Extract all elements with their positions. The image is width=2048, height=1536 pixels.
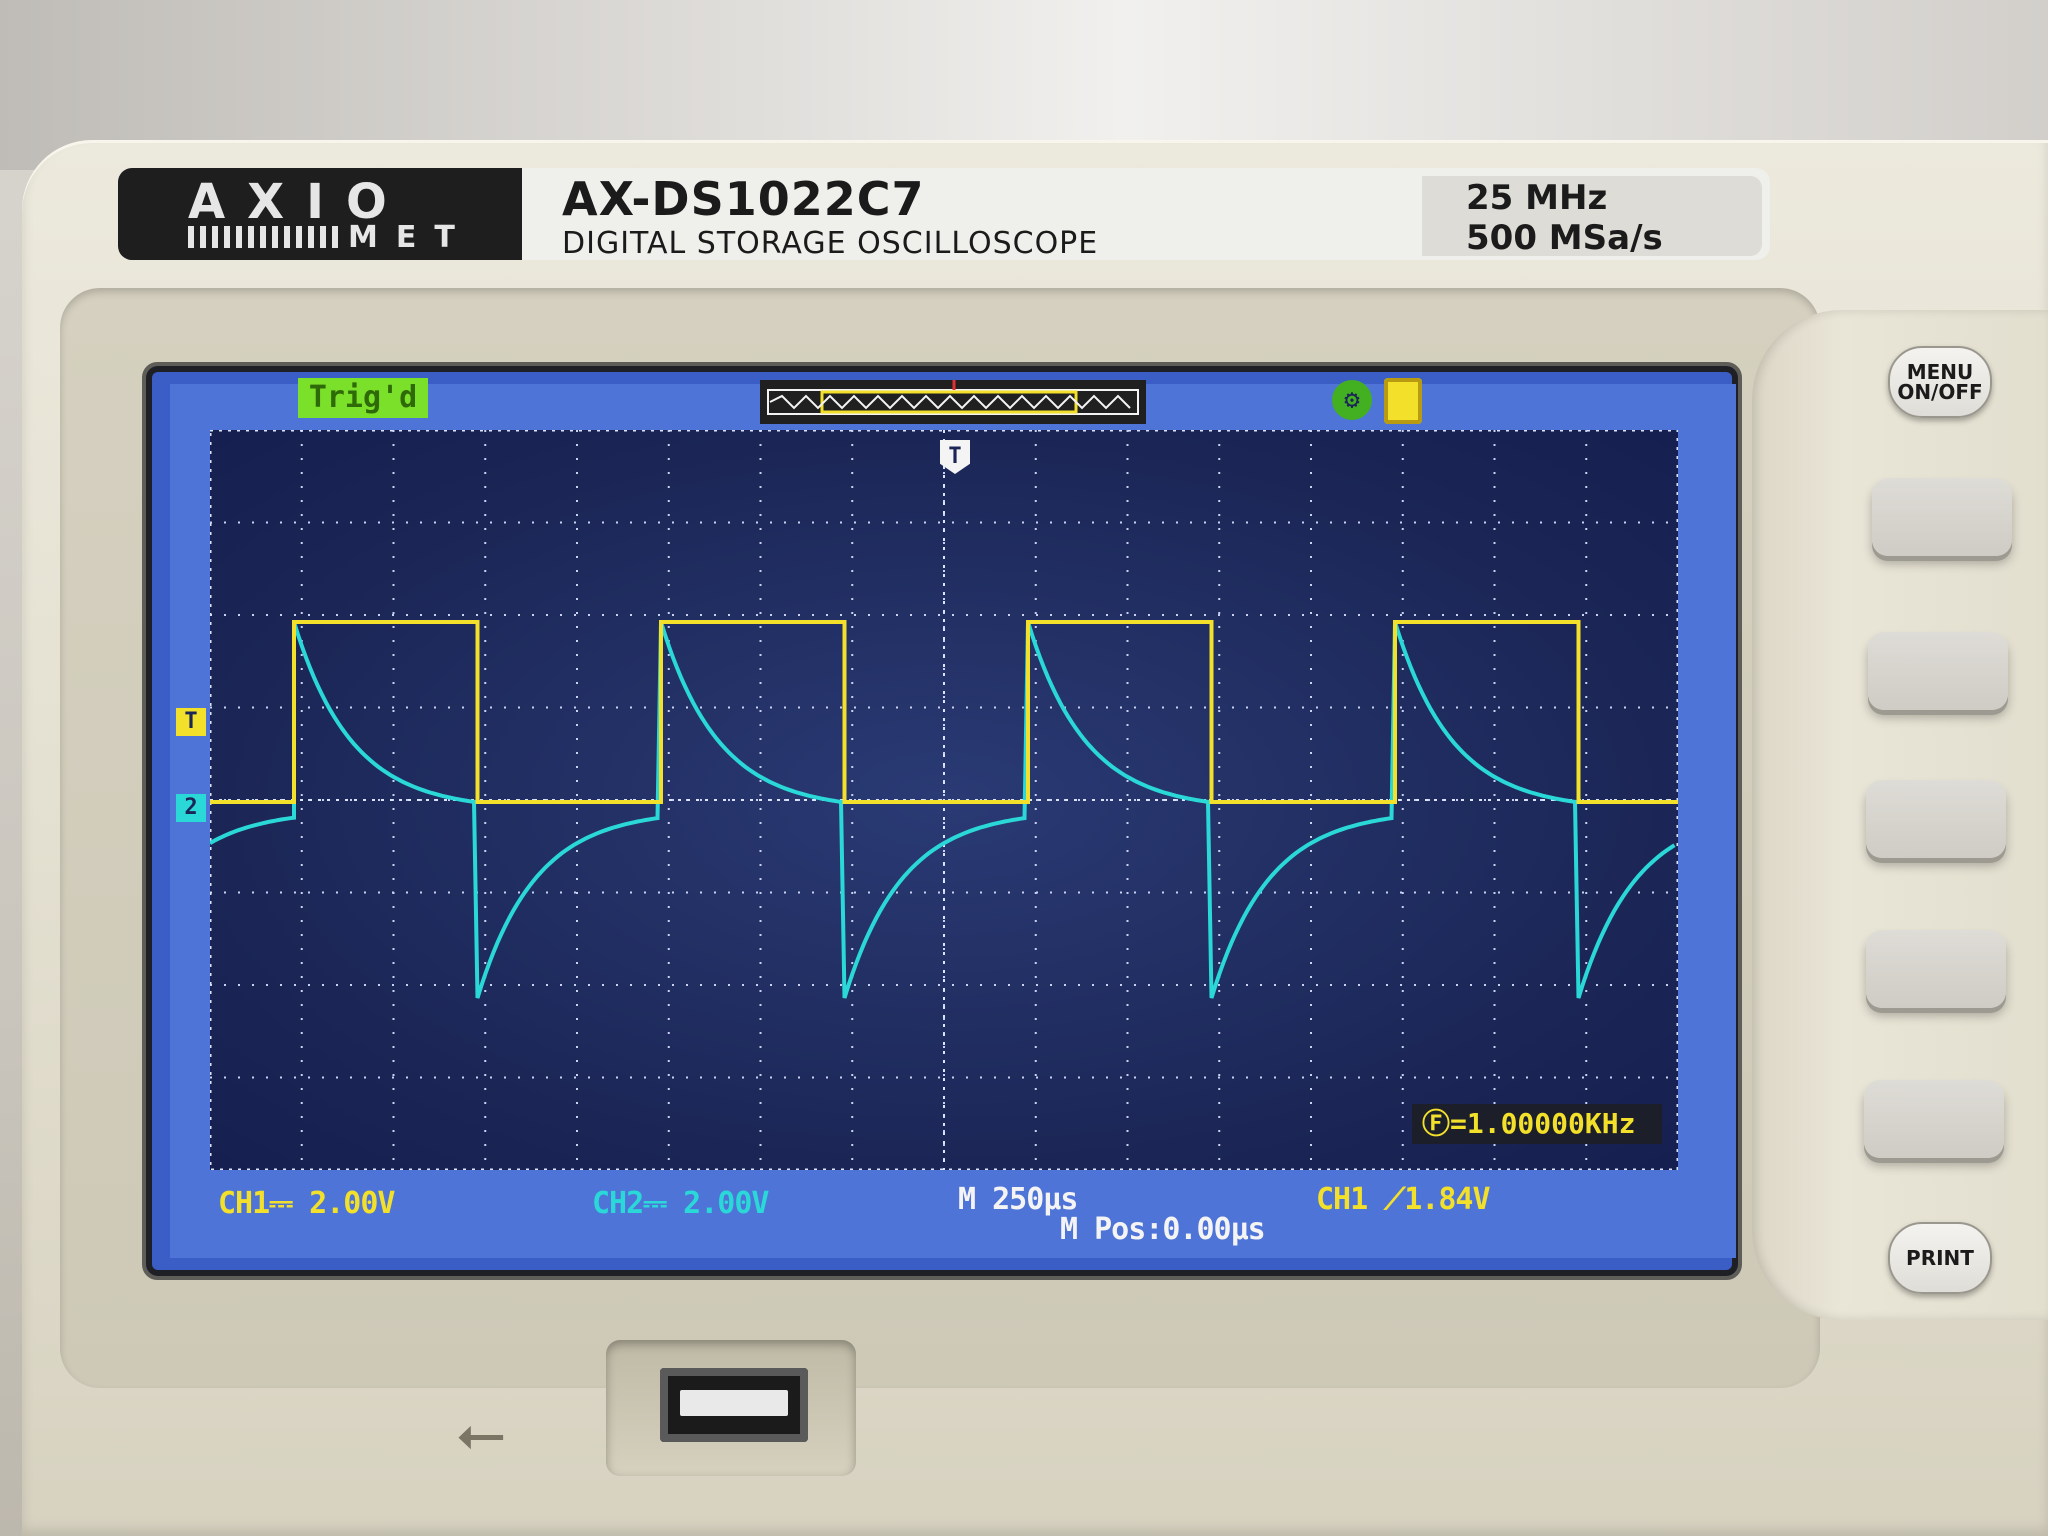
usb-icon: ⭠ [456, 1396, 506, 1469]
menu-on-off-button[interactable]: MENU ON/OFF [1888, 346, 1992, 418]
print-button[interactable]: PRINT [1888, 1222, 1992, 1294]
memory-position-bar [760, 380, 1146, 424]
ch2-waveform-trace [210, 621, 1676, 999]
ch1-trigger-level-marker: T [176, 708, 206, 736]
softkey-4-button[interactable] [1866, 930, 2006, 1008]
ch2-scale-readout: CH2⎓ 2.00V [592, 1186, 769, 1221]
frequency-readout: Ⓕ=1.00000KHz [1412, 1104, 1662, 1144]
softkey-2-button[interactable] [1868, 632, 2008, 710]
model-name: AX-DS1022C7 [562, 172, 925, 226]
ch2-ground-marker: 2 [176, 794, 206, 822]
memory-waveform-icon [767, 380, 1139, 415]
printer-icon [1384, 378, 1422, 424]
logo-bars-graphic [188, 226, 338, 248]
trigger-readout: CH1 ⟋1.84V [1316, 1182, 1491, 1217]
brand-name-bottom: MET [348, 220, 473, 255]
softkey-1-button[interactable] [1872, 478, 2012, 556]
bandwidth-label: 25 MHz [1466, 178, 1608, 218]
model-description: DIGITAL STORAGE OSCILLOSCOPE [562, 226, 1099, 261]
trigger-status-badge: Trig'd [298, 378, 428, 418]
softkey-3-button[interactable] [1866, 780, 2006, 858]
gear-icon: ⚙ [1332, 380, 1372, 420]
usb-port-contact [680, 1390, 788, 1416]
sample-rate-label: 500 MSa/s [1466, 218, 1663, 258]
softkey-5-button[interactable] [1864, 1080, 2004, 1158]
waveform-graph [210, 430, 1678, 1170]
position-readout: M Pos:0.00μs [1060, 1212, 1266, 1247]
brand-logo: AXIO MET [118, 168, 522, 260]
ch1-scale-readout: CH1⎓ 2.00V [218, 1186, 395, 1221]
